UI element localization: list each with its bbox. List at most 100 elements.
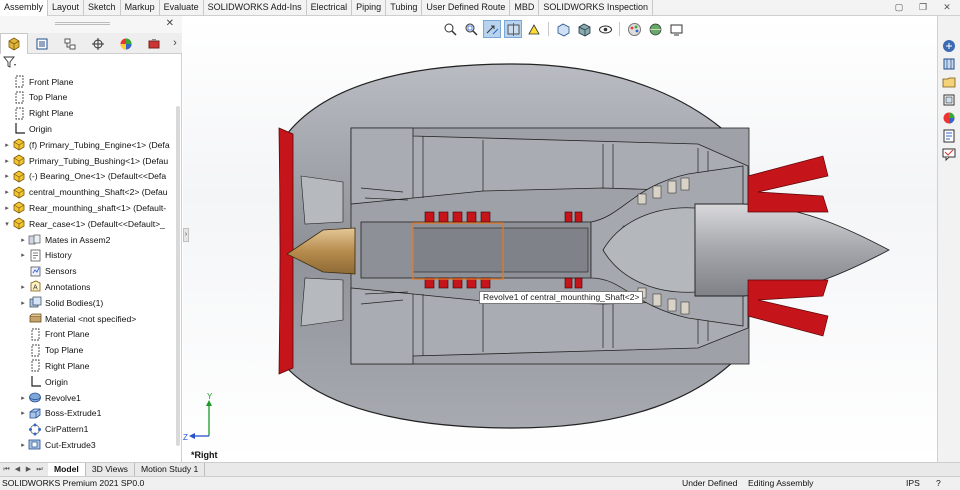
tree-item[interactable]: ▸ (f) Primary_Tubing_Engine<1> (Defa xyxy=(2,137,170,152)
tree-item[interactable]: ▸ Revolve1 xyxy=(18,390,81,405)
solid-bodies-icon xyxy=(28,296,42,310)
more-tabs-chevron-icon[interactable]: › xyxy=(168,33,182,54)
tree-item[interactable]: Top Plane xyxy=(2,90,67,105)
tree-item[interactable]: ▸ Mates in Assem2 xyxy=(18,232,110,247)
tree-item[interactable]: ▸ Primary_Tubing_Bushing<1> (Defau xyxy=(2,153,168,168)
command-tab-piping[interactable]: Piping xyxy=(352,0,387,16)
expand-arrow-icon[interactable]: ▸ xyxy=(2,188,12,196)
prev-tab-icon[interactable]: ◀ xyxy=(13,464,22,475)
tree-item[interactable]: ▸ central_mounthing_Shaft<2> (Defau xyxy=(2,185,168,200)
svg-text:A: A xyxy=(33,285,38,292)
command-tab-mbd[interactable]: MBD xyxy=(510,0,540,16)
dimxpert-manager-icon[interactable] xyxy=(84,33,112,54)
tree-item-label: Solid Bodies(1) xyxy=(45,297,104,308)
tree-item[interactable]: Front Plane xyxy=(18,327,89,342)
graphics-area[interactable]: Revolve1 of central_mounthing_Shaft<2> Y… xyxy=(183,16,937,462)
tree-item-label: Top Plane xyxy=(45,345,84,356)
tree-item[interactable]: Origin xyxy=(18,374,68,389)
restore-down-icon[interactable]: ❐ xyxy=(918,2,928,13)
expand-arrow-icon[interactable]: ▸ xyxy=(18,251,28,259)
expand-arrow-icon[interactable]: ▸ xyxy=(2,141,12,149)
bottom-tab-motion-study-1[interactable]: Motion Study 1 xyxy=(135,463,206,476)
display-manager-icon[interactable] xyxy=(112,33,140,54)
part-icon xyxy=(12,138,26,152)
command-tab-markup[interactable]: Markup xyxy=(121,0,160,16)
tree-item-label: Revolve1 xyxy=(45,392,81,403)
feature-manager-tree-icon[interactable] xyxy=(0,33,28,54)
tree-scrollbar[interactable] xyxy=(176,106,180,446)
expand-arrow-icon[interactable]: ▸ xyxy=(18,299,28,307)
bottom-tab-model[interactable]: Model xyxy=(48,463,86,476)
plane-icon xyxy=(12,106,26,120)
property-manager-icon[interactable] xyxy=(28,33,56,54)
tree-item[interactable]: ▸ Cut-Extrude3 xyxy=(18,437,95,452)
close-panel-icon[interactable]: ✕ xyxy=(166,18,174,29)
command-tab-electrical[interactable]: Electrical xyxy=(307,0,353,16)
panel-grip[interactable]: ✕ xyxy=(0,16,182,33)
expand-arrow-icon[interactable]: ▸ xyxy=(18,236,28,244)
reference-triad: Y Z xyxy=(183,392,213,442)
revolve-icon xyxy=(28,391,42,405)
command-tab-sketch[interactable]: Sketch xyxy=(84,0,121,16)
tree-item[interactable]: Origin xyxy=(2,121,52,136)
cam-manager-icon[interactable] xyxy=(140,33,168,54)
tree-item[interactable]: CirPattern1 xyxy=(18,422,88,437)
last-tab-icon[interactable]: ⏭ xyxy=(35,464,44,475)
command-tab-assembly[interactable]: Assembly xyxy=(0,0,49,16)
command-tab-solidworks-add-ins[interactable]: SOLIDWORKS Add-Ins xyxy=(204,0,307,16)
collapse-arrow-icon[interactable]: ▾ xyxy=(2,220,12,228)
tree-item[interactable]: ▸ (-) Bearing_One<1> (Default<<Defa xyxy=(2,169,166,184)
history-icon xyxy=(28,248,42,262)
command-tab-user-defined-route[interactable]: User Defined Route xyxy=(422,0,511,16)
design-library-icon[interactable] xyxy=(941,56,957,72)
feature-manager-panel: ✕ › Front Plane Top Plane Right Plane Origi… xyxy=(0,16,182,462)
command-tab-layout[interactable]: Layout xyxy=(48,0,85,16)
custom-properties-icon[interactable] xyxy=(941,128,957,144)
tree-item[interactable]: ▸ A Annotations xyxy=(18,279,90,294)
tree-item[interactable]: ▾ Rear_case<1> (Default<<Default>_ xyxy=(2,216,165,231)
panel-tabs: › xyxy=(0,33,182,54)
tree-item[interactable]: ▸ Solid Bodies(1) xyxy=(18,295,103,310)
tree-item[interactable]: ▸ Boss-Extrude1 xyxy=(18,406,101,421)
tree-item[interactable]: Front Plane xyxy=(2,74,73,89)
next-tab-icon[interactable]: ▶ xyxy=(24,464,33,475)
configuration-manager-icon[interactable] xyxy=(56,33,84,54)
expand-arrow-icon[interactable]: ▸ xyxy=(2,204,12,212)
tree-item[interactable]: Top Plane xyxy=(18,343,83,358)
extrude-icon xyxy=(28,406,42,420)
status-bar: SOLIDWORKS Premium 2021 SP0.0 Under Defi… xyxy=(0,476,960,490)
help-icon[interactable]: ? xyxy=(936,477,941,490)
assembly-model[interactable] xyxy=(183,16,937,462)
command-tab-solidworks-inspection[interactable]: SOLIDWORKS Inspection xyxy=(539,0,653,16)
expand-arrow-icon[interactable]: ▸ xyxy=(18,441,28,449)
tree-item[interactable]: Sensors xyxy=(18,264,77,279)
tree-item[interactable]: Right Plane xyxy=(18,358,89,373)
expand-arrow-icon[interactable]: ▸ xyxy=(18,283,28,291)
close-icon[interactable]: ✕ xyxy=(942,2,952,13)
solidworks-resources-icon[interactable] xyxy=(941,38,957,54)
tree-item-label: Top Plane xyxy=(29,92,68,103)
expand-arrow-icon[interactable]: ▸ xyxy=(18,409,28,417)
command-tab-tubing[interactable]: Tubing xyxy=(386,0,423,16)
panel-collapse-toggle[interactable]: › xyxy=(183,228,189,242)
restore-icon[interactable]: ▢ xyxy=(894,2,904,13)
solidworks-forum-icon[interactable] xyxy=(941,146,957,162)
tree-item-label: Material <not specified> xyxy=(45,313,137,324)
expand-arrow-icon[interactable]: ▸ xyxy=(18,394,28,402)
unit-system[interactable]: IPS xyxy=(906,477,920,490)
file-explorer-icon[interactable] xyxy=(941,74,957,90)
bottom-tab-3d-views[interactable]: 3D Views xyxy=(86,463,135,476)
filter-icon[interactable] xyxy=(3,56,17,70)
tree-item[interactable]: ▸ History xyxy=(18,248,72,263)
tree-item[interactable]: ▸ Rear_mounthing_shaft<1> (Default- xyxy=(2,200,166,215)
tree-item[interactable]: Right Plane xyxy=(2,106,73,121)
first-tab-icon[interactable]: ⏮ xyxy=(2,464,11,475)
view-palette-icon[interactable] xyxy=(941,92,957,108)
appearances-icon[interactable] xyxy=(941,110,957,126)
command-tab-evaluate[interactable]: Evaluate xyxy=(160,0,204,16)
expand-arrow-icon[interactable]: ▸ xyxy=(2,172,12,180)
design-tree: Front Plane Top Plane Right Plane Origin ▸ (f… xyxy=(0,74,176,462)
tree-item[interactable]: Material <not specified> xyxy=(18,311,136,326)
expand-arrow-icon[interactable]: ▸ xyxy=(2,157,12,165)
grip-handle[interactable] xyxy=(55,22,110,25)
